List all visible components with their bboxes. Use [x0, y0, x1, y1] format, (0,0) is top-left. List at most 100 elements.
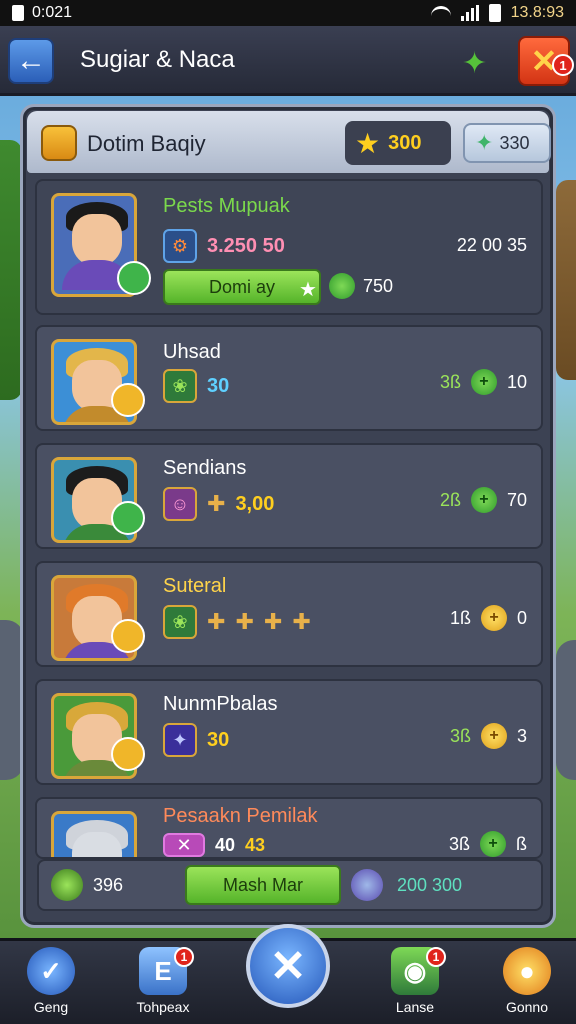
app-header: ← Sugiar & Naca ✦ ✕ 1	[0, 26, 576, 96]
tree-decoration	[556, 180, 576, 380]
sword-icon: ✚	[207, 609, 226, 634]
nav-label: Tohpeax	[136, 999, 190, 1015]
notification-badge: 1	[426, 947, 446, 967]
sim-icon	[12, 5, 24, 21]
coin-icon: ●	[503, 947, 551, 995]
hero-name: Suteral	[163, 575, 227, 597]
coin-icon: +	[480, 723, 507, 749]
status-bar: 0:021 13.8:93	[0, 0, 576, 26]
hero-name: Pests Mupuak	[163, 195, 290, 217]
orb-icon	[351, 869, 383, 901]
deploy-cost: 750	[363, 275, 394, 296]
avatar	[51, 811, 137, 857]
hero-stats: 22 00 35	[456, 235, 527, 255]
gem-currency[interactable]: ✦ 330	[463, 123, 551, 163]
tree-decoration	[0, 140, 22, 400]
gem-icon: ✦	[475, 130, 494, 155]
hero-stat-b: 10	[506, 371, 527, 392]
signal-icon	[460, 5, 479, 21]
battle-button[interactable]: ✕	[246, 924, 330, 1008]
sword-icon: ✚	[263, 609, 283, 634]
level-badge	[111, 383, 145, 417]
list-item[interactable]: Pests Mupuak ⚙ 3.250 50 22 00 35 Domi ay…	[35, 179, 543, 315]
hero-name: Pesaakn Pemilak	[163, 805, 318, 827]
star-currency[interactable]: ★ 300	[345, 121, 451, 165]
coin-icon: +	[470, 487, 497, 513]
hero-power: 3,00	[235, 492, 275, 515]
level-badge	[111, 619, 145, 653]
hero-stat-b: 70	[506, 489, 527, 510]
hero-power: 40	[215, 834, 236, 855]
status-time: 0:021	[32, 4, 73, 21]
list-item[interactable]: Suteral ❀ ✚ ✚ ✚ ✚ 1ß + 0	[35, 561, 543, 667]
list-item[interactable]: NunmPbalas ✦ 30 3ß + 3	[35, 679, 543, 785]
hero-stat-a: 3ß	[448, 833, 470, 854]
sword-icon: ✚	[235, 609, 254, 634]
hero-stat-b: 3	[516, 725, 527, 746]
hero-power-secondary: 43	[245, 834, 266, 855]
footer-left-value: 396	[93, 875, 124, 895]
potion-icon: ✕	[163, 833, 205, 857]
coin-icon: +	[470, 369, 497, 395]
hero-stat-a: 3ß	[449, 725, 471, 746]
nav-item-tohpeax[interactable]: E Tohpeax 1	[118, 947, 208, 1015]
battery-icon	[488, 4, 501, 22]
star-icon: ★	[355, 127, 381, 159]
status-right-time: 13.8:93	[510, 4, 564, 21]
hero-name: Uhsad	[163, 341, 221, 363]
nav-label: Geng	[33, 999, 69, 1015]
hero-stat-a: 2ß	[439, 489, 461, 510]
nav-item-geng[interactable]: ✓ Geng	[6, 947, 96, 1015]
level-badge	[117, 261, 151, 295]
roster-panel: Dotim Baqiy ★ 300 ✦ 330 Pests Mupuak ⚙ 3…	[20, 104, 556, 928]
gem-value: 330	[499, 132, 530, 153]
panel-title: Dotim Baqiy	[87, 131, 206, 156]
wand-icon: ✦	[163, 723, 197, 757]
hero-stat-b: 0	[516, 607, 527, 628]
leaf-icon: ❀	[163, 605, 197, 639]
leaf-icon: ❀	[163, 369, 197, 403]
status-left: 0:021	[12, 4, 72, 22]
shield-icon	[41, 125, 77, 161]
star-value: 300	[388, 131, 422, 154]
status-right: 13.8:93	[430, 4, 564, 22]
hero-power: 3.250 50	[207, 234, 285, 257]
panel-footer: 396 Mash Mar 200 300	[37, 859, 543, 911]
back-button[interactable]: ←	[8, 38, 54, 84]
list-item[interactable]: Uhsad ❀ 30 3ß + 10	[35, 325, 543, 431]
coin-icon	[329, 273, 355, 299]
level-badge	[111, 737, 145, 771]
nav-item-lanse[interactable]: ◉ Lanse 1	[370, 947, 460, 1015]
mash-button[interactable]: Mash Mar	[185, 865, 341, 905]
deploy-button[interactable]: Domi ay	[163, 269, 321, 305]
nav-label: Gonno	[505, 999, 549, 1015]
shield-icon: ✓	[27, 947, 75, 995]
hero-name: NunmPbalas	[163, 693, 278, 715]
crossed-swords-icon: ✕	[269, 941, 307, 991]
coin-icon: +	[480, 605, 507, 631]
wifi-icon	[430, 6, 451, 20]
gem-icon	[51, 869, 83, 901]
list-item[interactable]: Sendians ☺ ✚ 3,00 2ß + 70	[35, 443, 543, 549]
star-icon: ★	[299, 279, 317, 301]
level-badge	[111, 501, 145, 535]
coin-icon: +	[480, 831, 506, 857]
rock-decoration	[556, 640, 576, 780]
footer-right-value: 200 300	[397, 875, 463, 895]
arrow-left-icon: ←	[16, 44, 46, 77]
portrait-icon: ☺	[163, 487, 197, 521]
panel-header: Dotim Baqiy ★ 300 ✦ 330	[27, 111, 551, 173]
hero-stat-a: 3ß	[439, 371, 461, 392]
hero-stat-a: 1ß	[449, 607, 471, 628]
nav-item-gonno[interactable]: ● Gonno	[482, 947, 572, 1015]
hero-power: 30	[207, 728, 230, 751]
hero-power: 30	[207, 374, 230, 397]
gear-icon: ⚙	[163, 229, 197, 263]
sword-icon: ✚	[207, 491, 226, 516]
list-item[interactable]: Pesaakn Pemilak ✕ 40 43 3ß + ß	[35, 797, 543, 859]
page-title: Sugiar & Naca	[80, 46, 235, 73]
hero-stat-b: ß	[516, 833, 527, 854]
hero-name: Sendians	[163, 457, 247, 479]
notification-badge: 1	[174, 947, 194, 967]
clover-icon[interactable]: ✦	[462, 46, 487, 81]
